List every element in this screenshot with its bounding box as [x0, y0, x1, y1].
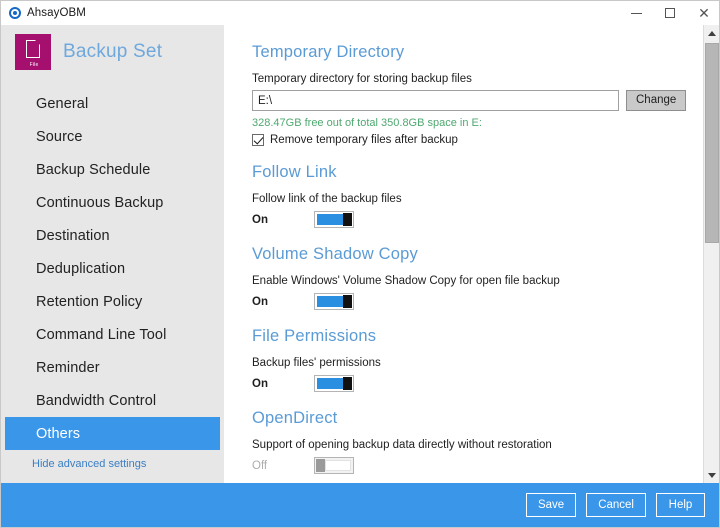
backup-set-file-icon: File — [15, 34, 51, 70]
volume-shadow-copy-toggle[interactable] — [314, 293, 354, 310]
sidebar-item-general[interactable]: General — [5, 87, 220, 120]
opendirect-state: Off — [252, 460, 314, 472]
section-heading: OpenDirect — [252, 409, 692, 428]
section-follow-link: Follow Link Follow link of the backup fi… — [252, 163, 692, 228]
sidebar-item-deduplication[interactable]: Deduplication — [5, 252, 220, 285]
remove-temp-files-label: Remove temporary files after backup — [270, 134, 458, 146]
remove-temp-files-checkbox-row[interactable]: Remove temporary files after backup — [252, 134, 692, 146]
disk-space-status: 328.47GB free out of total 350.8GB space… — [252, 117, 692, 129]
sidebar-item-label: Retention Policy — [36, 294, 142, 310]
sidebar-item-label: Deduplication — [36, 261, 125, 277]
window-title: AhsayOBM — [27, 7, 86, 19]
section-temporary-directory: Temporary Directory Temporary directory … — [252, 43, 692, 146]
section-heading: File Permissions — [252, 327, 692, 346]
scroll-up-button[interactable] — [704, 25, 720, 41]
file-permissions-toggle[interactable] — [314, 375, 354, 392]
sidebar-item-source[interactable]: Source — [5, 120, 220, 153]
opendirect-label: Support of opening backup data directly … — [252, 439, 692, 451]
opendirect-toggle-row: Off — [252, 457, 692, 474]
sidebar-item-label: General — [36, 96, 88, 112]
temporary-directory-input-row: Change — [252, 90, 692, 111]
maximize-button[interactable] — [653, 1, 687, 25]
close-icon: ✕ — [698, 6, 710, 20]
page-title: Backup Set — [63, 41, 162, 63]
follow-link-toggle-row: On — [252, 211, 692, 228]
toggle-knob — [343, 295, 352, 308]
sidebar-item-command-line-tool[interactable]: Command Line Tool — [5, 318, 220, 351]
app-circle-icon — [9, 7, 21, 19]
toggle-knob — [343, 213, 352, 226]
sidebar-item-reminder[interactable]: Reminder — [5, 351, 220, 384]
maximize-icon — [665, 8, 675, 18]
checkbox-icon[interactable] — [252, 134, 264, 146]
cancel-button[interactable]: Cancel — [586, 493, 646, 517]
footer-action-bar: Save Cancel Help — [1, 483, 720, 527]
sidebar-item-others[interactable]: Others — [5, 417, 220, 450]
minimize-icon — [631, 13, 642, 14]
file-permissions-label: Backup files' permissions — [252, 357, 692, 369]
sidebar-item-label: Others — [36, 426, 80, 442]
vertical-scrollbar[interactable] — [703, 25, 719, 483]
section-file-permissions: File Permissions Backup files' permissio… — [252, 327, 692, 392]
brand-header: File Backup Set — [1, 25, 224, 79]
save-button[interactable]: Save — [526, 493, 576, 517]
file-permissions-state: On — [252, 378, 314, 390]
sidebar-item-label: Reminder — [36, 360, 100, 376]
settings-scroll-content: Temporary Directory Temporary directory … — [224, 25, 692, 481]
sidebar-item-continuous-backup[interactable]: Continuous Backup — [5, 186, 220, 219]
toggle-fill — [317, 214, 343, 225]
sidebar-item-label: Backup Schedule — [36, 162, 150, 178]
application-window: AhsayOBM ✕ File Backup Set Genera — [0, 0, 720, 528]
opendirect-toggle[interactable] — [314, 457, 354, 474]
sidebar-item-retention-policy[interactable]: Retention Policy — [5, 285, 220, 318]
minimize-button[interactable] — [619, 1, 653, 25]
toggle-fill — [317, 378, 343, 389]
file-permissions-toggle-row: On — [252, 375, 692, 392]
sidebar-item-label: Source — [36, 129, 83, 145]
volume-shadow-copy-toggle-row: On — [252, 293, 692, 310]
follow-link-toggle[interactable] — [314, 211, 354, 228]
chevron-down-icon — [708, 473, 716, 478]
sidebar-item-label: Continuous Backup — [36, 195, 163, 211]
hide-advanced-settings-link[interactable]: Hide advanced settings — [1, 458, 224, 470]
follow-link-state: On — [252, 214, 314, 226]
volume-shadow-copy-label: Enable Windows' Volume Shadow Copy for o… — [252, 275, 692, 287]
chevron-up-icon — [708, 31, 716, 36]
sidebar-nav: General Source Backup Schedule Continuou… — [1, 87, 224, 450]
scroll-down-button[interactable] — [704, 467, 720, 483]
section-heading: Follow Link — [252, 163, 692, 182]
sidebar-item-bandwidth-control[interactable]: Bandwidth Control — [5, 384, 220, 417]
toggle-knob — [316, 459, 325, 472]
scrollbar-thumb[interactable] — [705, 43, 719, 243]
title-bar: AhsayOBM ✕ — [1, 1, 720, 25]
temporary-directory-input[interactable] — [252, 90, 619, 111]
document-shape-icon: File — [26, 40, 40, 58]
follow-link-label: Follow link of the backup files — [252, 193, 692, 205]
change-button[interactable]: Change — [626, 90, 686, 111]
sidebar-item-label: Command Line Tool — [36, 327, 166, 343]
sidebar-item-label: Destination — [36, 228, 110, 244]
window-controls: ✕ — [619, 1, 720, 25]
main-content-panel: Temporary Directory Temporary directory … — [224, 25, 720, 483]
section-opendirect: OpenDirect Support of opening backup dat… — [252, 409, 692, 474]
section-heading: Temporary Directory — [252, 43, 692, 62]
sidebar-item-destination[interactable]: Destination — [5, 219, 220, 252]
sidebar-item-label: Bandwidth Control — [36, 393, 156, 409]
section-volume-shadow-copy: Volume Shadow Copy Enable Windows' Volum… — [252, 245, 692, 310]
toggle-fill — [317, 296, 343, 307]
toggle-fill — [325, 460, 351, 471]
brand-icon-label: File — [27, 62, 41, 68]
section-heading: Volume Shadow Copy — [252, 245, 692, 264]
sidebar: File Backup Set General Source Backup Sc… — [1, 25, 224, 483]
temporary-directory-label: Temporary directory for storing backup f… — [252, 73, 692, 85]
sidebar-item-backup-schedule[interactable]: Backup Schedule — [5, 153, 220, 186]
close-button[interactable]: ✕ — [687, 1, 720, 25]
volume-shadow-copy-state: On — [252, 296, 314, 308]
help-button[interactable]: Help — [656, 493, 705, 517]
toggle-knob — [343, 377, 352, 390]
